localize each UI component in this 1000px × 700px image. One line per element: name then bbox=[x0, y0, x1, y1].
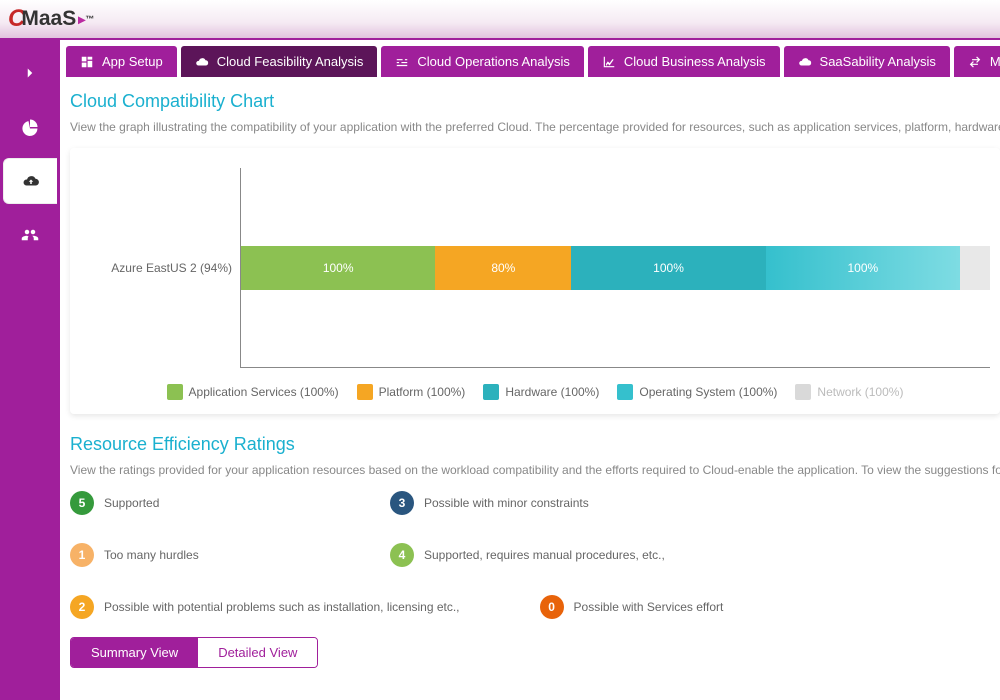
rating-badge-3: 3 bbox=[390, 491, 414, 515]
sidebar-item-collapse[interactable] bbox=[3, 50, 57, 96]
sidebar-item-users[interactable] bbox=[3, 212, 57, 258]
legend-hardware[interactable]: Hardware (100%) bbox=[483, 384, 599, 400]
cloud-upload-icon bbox=[22, 172, 40, 190]
ratings-desc: View the ratings provided for your appli… bbox=[70, 463, 1000, 477]
legend-os[interactable]: Operating System (100%) bbox=[617, 384, 777, 400]
rating-badge-4: 4 bbox=[390, 543, 414, 567]
rating-badge-0: 0 bbox=[540, 595, 564, 619]
chart-seg-platform: 80% bbox=[435, 246, 571, 290]
compat-desc: View the graph illustrating the compatib… bbox=[70, 120, 1000, 134]
tab-label: Cloud Business Analysis bbox=[624, 54, 766, 69]
sidebar-item-cloud[interactable] bbox=[3, 158, 57, 204]
cloud-icon bbox=[798, 55, 812, 69]
view-detailed[interactable]: Detailed View bbox=[198, 638, 317, 667]
rating-badge-1: 1 bbox=[70, 543, 94, 567]
rating-5: 5 Supported bbox=[70, 491, 310, 515]
tab-cloud-business[interactable]: Cloud Business Analysis bbox=[588, 46, 780, 77]
tab-label: Cloud Operations Analysis bbox=[417, 54, 569, 69]
chart-seg-os: 100% bbox=[766, 246, 960, 290]
chart-seg-app-services: 100% bbox=[241, 246, 435, 290]
left-sidebar bbox=[0, 40, 60, 700]
users-icon bbox=[21, 226, 39, 244]
tab-label: SaaSability Analysis bbox=[820, 54, 936, 69]
view-toggle: Summary View Detailed View bbox=[70, 637, 318, 668]
dashboard-icon bbox=[80, 55, 94, 69]
legend-swatch-icon bbox=[617, 384, 633, 400]
rating-4: 4 Supported, requires manual procedures,… bbox=[390, 543, 665, 567]
brand-tm: ™ bbox=[85, 14, 94, 24]
legend-platform[interactable]: Platform (100%) bbox=[357, 384, 466, 400]
chart-legend: Application Services (100%) Platform (10… bbox=[80, 384, 990, 400]
rating-0: 0 Possible with Services effort bbox=[540, 595, 780, 619]
sliders-icon bbox=[395, 55, 409, 69]
tab-saasability[interactable]: SaaSability Analysis bbox=[784, 46, 950, 77]
tab-cloud-operations[interactable]: Cloud Operations Analysis bbox=[381, 46, 583, 77]
logo-arrow-icon: ▸ bbox=[78, 11, 85, 28]
rating-2: 2 Possible with potential problems such … bbox=[70, 595, 460, 619]
rating-badge-5: 5 bbox=[70, 491, 94, 515]
main-panel: App Setup Cloud Feasibility Analysis Clo… bbox=[60, 40, 1000, 700]
brand-logo: C MaaS ▸ ™ bbox=[8, 5, 94, 33]
legend-swatch-icon bbox=[483, 384, 499, 400]
chevron-right-icon bbox=[21, 64, 39, 82]
analysis-tabs: App Setup Cloud Feasibility Analysis Clo… bbox=[60, 40, 1000, 77]
legend-swatch-icon bbox=[795, 384, 811, 400]
rating-1: 1 Too many hurdles bbox=[70, 543, 310, 567]
rating-3: 3 Possible with minor constraints bbox=[390, 491, 730, 515]
cloud-icon bbox=[195, 55, 209, 69]
legend-network[interactable]: Network (100%) bbox=[795, 384, 903, 400]
tab-migration[interactable]: Migration bbox=[954, 46, 1000, 77]
chart-seg-hardware: 100% bbox=[571, 246, 765, 290]
view-summary[interactable]: Summary View bbox=[71, 638, 198, 667]
chart-bar-stack: 100% 80% 100% 100% bbox=[241, 246, 990, 290]
legend-swatch-icon bbox=[357, 384, 373, 400]
tab-label: Cloud Feasibility Analysis bbox=[217, 54, 364, 69]
legend-app-services[interactable]: Application Services (100%) bbox=[167, 384, 339, 400]
ratings-table: AZURE EASTUS 2 ▼ Application Services 5 bbox=[70, 688, 370, 695]
tab-label: App Setup bbox=[102, 54, 163, 69]
top-bar: C MaaS ▸ ™ bbox=[0, 0, 1000, 40]
chart-category-label: Azure EastUS 2 (94%) bbox=[80, 261, 240, 275]
sidebar-item-dashboard[interactable] bbox=[3, 104, 57, 150]
tab-app-setup[interactable]: App Setup bbox=[66, 46, 177, 77]
rating-badge-2: 2 bbox=[70, 595, 94, 619]
pie-chart-icon bbox=[21, 118, 39, 136]
chart-seg-network bbox=[960, 246, 990, 290]
tab-cloud-feasibility[interactable]: Cloud Feasibility Analysis bbox=[181, 46, 378, 77]
ratings-table-head: AZURE EASTUS 2 bbox=[70, 688, 370, 695]
brand-name: MaaS bbox=[21, 7, 76, 31]
tab-label: Migration bbox=[990, 54, 1000, 69]
ratings-title: Resource Efficiency Ratings bbox=[70, 434, 1000, 455]
compat-title: Cloud Compatibility Chart bbox=[70, 91, 1000, 112]
compat-chart-card: Azure EastUS 2 (94%) 100% 80% 100% 100% bbox=[70, 148, 1000, 414]
chart-plot-area: 100% 80% 100% 100% bbox=[240, 168, 990, 368]
exchange-icon bbox=[968, 55, 982, 69]
ratings-legend: 5 Supported 3 Possible with minor constr… bbox=[70, 491, 1000, 619]
chart-line-icon bbox=[602, 55, 616, 69]
legend-swatch-icon bbox=[167, 384, 183, 400]
